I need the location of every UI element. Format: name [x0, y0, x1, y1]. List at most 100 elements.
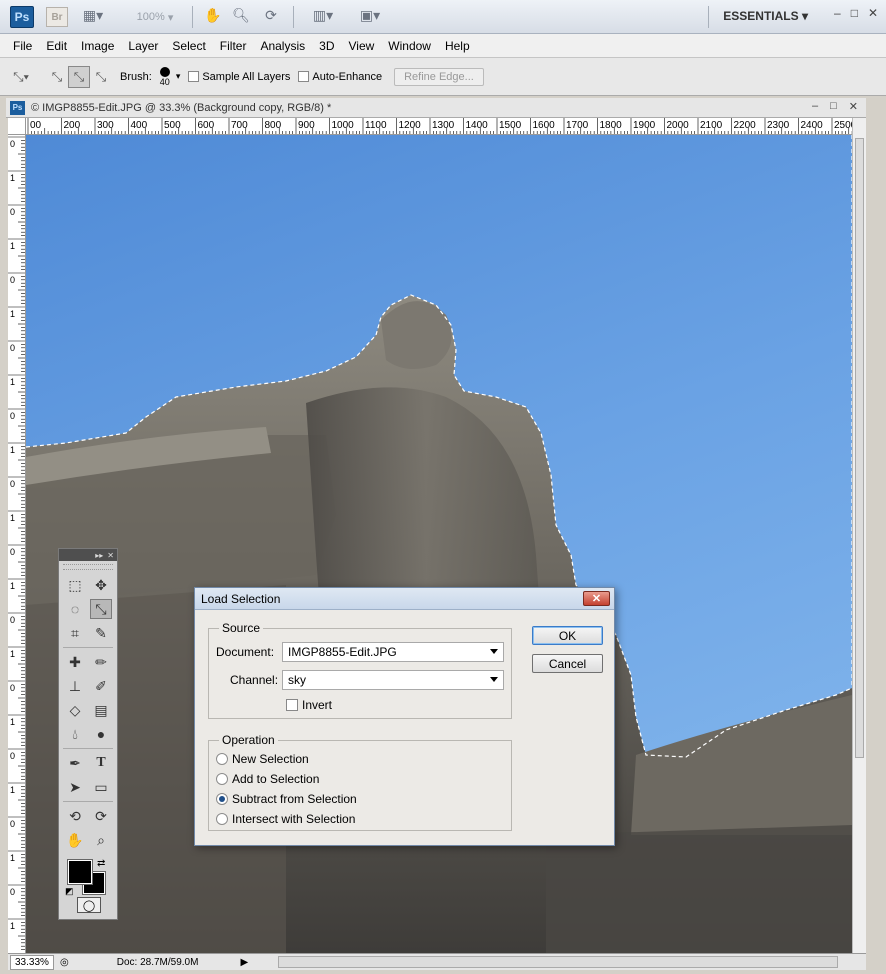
foreground-color-swatch[interactable] [67, 859, 93, 885]
vertical-ruler[interactable]: 0 1 0 1 0 1 0 1 0 1 0 1 0 1 0 1 0 1 0 1 0 1 0 1 [8, 135, 26, 953]
hand-tool-icon[interactable]: ✋ [64, 830, 86, 850]
minimize-button[interactable]: – [834, 6, 841, 20]
menu-3d[interactable]: 3D [312, 39, 341, 53]
menu-file[interactable]: File [6, 39, 39, 53]
menu-help[interactable]: Help [438, 39, 477, 53]
3d-rotate-icon[interactable]: ⟲ [64, 806, 86, 826]
swap-colors-icon[interactable]: ⇄ [97, 858, 105, 869]
source-legend: Source [222, 621, 261, 635]
type-icon[interactable]: T [90, 753, 112, 773]
path-selection-icon[interactable]: ➤ [64, 777, 86, 797]
sample-all-layers-checkbox[interactable]: Sample All Layers [188, 71, 290, 83]
eraser-icon[interactable]: ◇ [64, 700, 86, 720]
healing-brush-icon[interactable]: ✚ [64, 652, 86, 672]
document-close-button[interactable]: ✕ [849, 100, 858, 113]
launch-bridge-icon[interactable]: ▦▾ [82, 6, 104, 24]
invert-label: Invert [302, 698, 333, 712]
zoom-tool-icon[interactable]: ⌕ [90, 830, 112, 850]
brush-dropdown-icon[interactable]: ▾ [176, 71, 181, 82]
subtract-selection-mode-icon[interactable]: ⤡ [90, 66, 112, 88]
radio-circle-selected [216, 793, 228, 805]
horizontal-ruler[interactable]: 00 200 300 400 500 600 700 800 900 1000 1100 1200 13… [26, 118, 852, 135]
menu-bar: File Edit Image Layer Select Filter Anal… [0, 34, 886, 58]
status-arrow-icon[interactable]: ▶ [240, 957, 248, 968]
marquee-icon[interactable]: ⬚ [64, 575, 86, 595]
menu-analysis[interactable]: Analysis [253, 39, 312, 53]
window-controls: – □ ✕ [834, 6, 878, 20]
close-button[interactable]: ✕ [868, 6, 878, 20]
move-icon[interactable]: ✥ [90, 575, 112, 595]
channel-select[interactable]: sky [282, 670, 504, 690]
blur-icon[interactable]: 💧︎ [64, 724, 86, 744]
history-brush-icon[interactable]: ✐ [90, 676, 112, 696]
menu-select[interactable]: Select [165, 39, 212, 53]
tools-panel-header[interactable]: ▸▸ ✕ [59, 549, 117, 561]
add-selection-mode-icon[interactable]: ⤡ [68, 65, 90, 88]
vertical-scroll-thumb[interactable] [855, 138, 864, 758]
eyedropper-icon[interactable]: ✎ [90, 623, 112, 643]
document-tab[interactable]: Ps © IMGP8855-Edit.JPG @ 33.3% (Backgrou… [6, 98, 866, 118]
vertical-scrollbar[interactable] [852, 118, 866, 953]
brush-icon[interactable]: ✏ [90, 652, 112, 672]
invert-checkbox[interactable]: Invert [286, 698, 332, 712]
refine-edge-button[interactable]: Refine Edge... [394, 67, 484, 86]
workspace-switcher[interactable]: ESSENTIALS ▾ [723, 9, 808, 23]
panel-close-icon[interactable]: ✕ [107, 551, 114, 560]
maximize-button[interactable]: □ [851, 6, 858, 20]
appbar-separator [192, 6, 193, 28]
menu-window[interactable]: Window [381, 39, 438, 53]
menu-image[interactable]: Image [74, 39, 121, 53]
quick-mask-button[interactable]: ◯ [77, 897, 101, 913]
ruler-label: 1 [10, 241, 15, 251]
dialog-titlebar[interactable]: Load Selection [195, 588, 614, 610]
menu-filter[interactable]: Filter [213, 39, 254, 53]
ruler-origin[interactable] [8, 118, 26, 135]
bridge-button[interactable]: Br [46, 7, 68, 27]
crop-icon[interactable]: ⌗ [64, 623, 86, 643]
brush-picker[interactable]: 40 [159, 66, 170, 87]
hand-icon[interactable]: ✋ [202, 6, 224, 24]
pen-icon[interactable]: ✒ [64, 753, 86, 773]
gradient-icon[interactable]: ▤ [90, 700, 112, 720]
intersect-with-selection-radio[interactable]: Intersect with Selection [216, 812, 355, 826]
zoom-level-select[interactable]: 100% ▾ [130, 6, 180, 28]
dodge-icon[interactable]: ● [90, 724, 112, 744]
zoom-icon[interactable]: 🔍︎ [230, 6, 252, 24]
horizontal-scroll-thumb[interactable] [278, 956, 838, 968]
ruler-label: 1 [10, 173, 15, 183]
ok-button[interactable]: OK [532, 626, 603, 645]
new-selection-radio[interactable]: New Selection [216, 752, 309, 766]
menu-layer[interactable]: Layer [121, 39, 165, 53]
quick-selection-icon[interactable]: ⤡ [90, 599, 112, 619]
document-minimize-button[interactable]: – [812, 100, 818, 113]
lasso-icon[interactable]: ◌ [64, 599, 86, 619]
clone-stamp-icon[interactable]: ⊥ [64, 676, 86, 696]
status-menu-icon[interactable]: ◎ [60, 957, 69, 968]
auto-enhance-checkbox[interactable]: Auto-Enhance [298, 71, 382, 83]
menu-edit[interactable]: Edit [39, 39, 74, 53]
ruler-label: 1 [10, 649, 15, 659]
dialog-close-button[interactable]: ✕ [583, 591, 610, 606]
default-colors-icon[interactable]: ◩ [65, 886, 74, 897]
document-size-info: Doc: 28.7M/59.0M [116, 956, 199, 968]
add-to-selection-radio[interactable]: Add to Selection [216, 772, 319, 786]
screen-mode-icon[interactable]: ▣▾ [352, 6, 388, 24]
zoom-field[interactable]: 33.33% [10, 954, 54, 970]
subtract-from-selection-radio[interactable]: Subtract from Selection [216, 792, 357, 806]
ruler-label: 1 [10, 921, 15, 931]
rectangle-icon[interactable]: ▭ [90, 777, 112, 797]
document-select[interactable]: IMGP8855-Edit.JPG [282, 642, 504, 662]
rotate-view-icon[interactable]: ⟳ [260, 6, 282, 24]
ruler-label: 1800 [600, 120, 623, 131]
new-selection-mode-icon[interactable]: ⤡ [46, 66, 68, 88]
menu-view[interactable]: View [341, 39, 381, 53]
tool-preset-picker[interactable]: ⤡▾ [10, 66, 32, 88]
collapse-icon[interactable]: ▸▸ [95, 551, 103, 560]
document-maximize-button[interactable]: □ [830, 100, 837, 113]
arrange-documents-icon[interactable]: ▥▾ [305, 6, 341, 24]
3d-orbit-icon[interactable]: ⟳ [90, 806, 112, 826]
tools-grip[interactable] [63, 564, 113, 570]
ruler-label: 1 [10, 785, 15, 795]
cancel-button[interactable]: Cancel [532, 654, 603, 673]
ruler-label: 2400 [801, 120, 824, 131]
